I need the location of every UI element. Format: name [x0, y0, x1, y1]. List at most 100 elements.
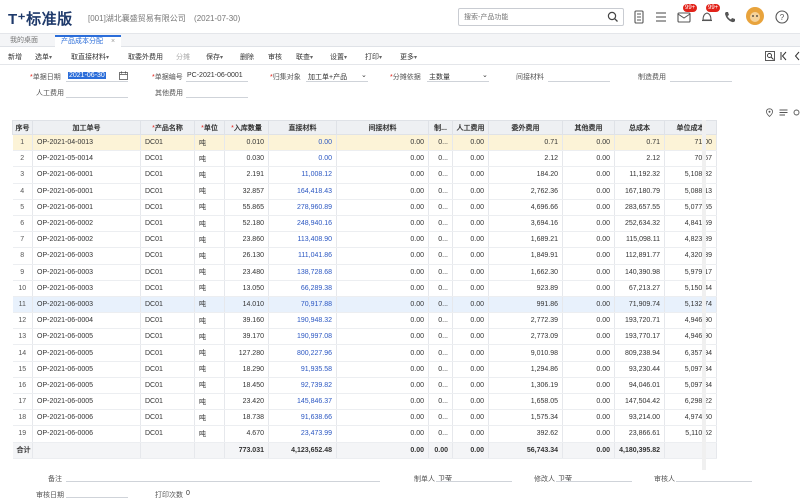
calendar-icon[interactable]	[119, 71, 128, 80]
cell-outsource[interactable]: 9,010.98	[488, 344, 563, 362]
cell-unitcost[interactable]: 6,357.94	[664, 344, 717, 362]
cell-unitcost[interactable]: 5,077.55	[664, 199, 717, 216]
cell-qty[interactable]: 13.050	[224, 280, 269, 297]
cell-direct[interactable]: 113,408.90	[268, 231, 337, 249]
table-row[interactable]: 12 OP-2021-06-0004 DC01 吨 39.160 190,948.32 0.…	[12, 312, 717, 330]
cell-labor[interactable]: 0.00	[452, 425, 489, 443]
cell-unit[interactable]: 吨	[194, 425, 225, 443]
col-unit[interactable]: *单位	[194, 120, 225, 135]
cell-outsource[interactable]: 1,306.19	[488, 377, 563, 395]
cell-qty[interactable]: 39.160	[224, 312, 269, 330]
cell-mfg[interactable]: 0...	[428, 344, 453, 362]
cell-total[interactable]: 193,720.71	[614, 312, 665, 330]
cell-direct[interactable]: 164,418.43	[268, 183, 337, 200]
cell-product[interactable]: DC01	[140, 183, 195, 200]
cell-direct[interactable]: 11,008.12	[268, 166, 337, 184]
cell-idx[interactable]: 1	[12, 134, 33, 152]
cell-mfg[interactable]: 0...	[428, 215, 453, 233]
cell-unit[interactable]: 吨	[194, 361, 225, 378]
cell-order[interactable]: OP-2021-06-0001	[32, 183, 141, 200]
calculator-icon[interactable]	[631, 9, 647, 25]
cell-product[interactable]: DC01	[140, 231, 195, 249]
cell-unit[interactable]: 吨	[194, 393, 225, 411]
cell-order[interactable]: OP-2021-06-0006	[32, 425, 141, 443]
message-button[interactable]: 99+	[676, 4, 698, 25]
cell-mfg[interactable]: 0...	[428, 247, 453, 265]
cell-labor[interactable]: 0.00	[452, 409, 489, 427]
select-button[interactable]: 选单▾	[35, 52, 52, 62]
cell-product[interactable]: DC01	[140, 280, 195, 297]
filter-icon[interactable]	[779, 108, 788, 117]
cell-other[interactable]: 0.00	[562, 231, 615, 249]
delete-button[interactable]: 删除	[240, 52, 254, 62]
cell-mfg[interactable]: 0...	[428, 409, 453, 427]
cell-total[interactable]: 94,046.01	[614, 377, 665, 395]
cell-idx[interactable]: 12	[12, 312, 33, 330]
cell-mfg[interactable]: 0...	[428, 361, 453, 378]
cell-indirect[interactable]: 0.00	[336, 183, 429, 200]
cell-unit[interactable]: 吨	[194, 215, 225, 233]
cell-total[interactable]: 252,634.32	[614, 215, 665, 233]
cell-unit[interactable]: 吨	[194, 264, 225, 281]
cell-product[interactable]: DC01	[140, 344, 195, 362]
col-indirect[interactable]: 间接材料	[336, 120, 429, 135]
cell-outsource[interactable]: 1,662.30	[488, 264, 563, 281]
cell-total[interactable]: 11,192.32	[614, 166, 665, 184]
cell-labor[interactable]: 0.00	[452, 199, 489, 216]
cell-direct[interactable]: 248,940.16	[268, 215, 337, 233]
cell-idx[interactable]: 10	[12, 280, 33, 297]
search-icon[interactable]	[765, 51, 775, 61]
cell-indirect[interactable]: 0.00	[336, 215, 429, 233]
cell-order[interactable]: OP-2021-06-0001	[32, 166, 141, 184]
cell-unitcost[interactable]: 5,088.13	[664, 183, 717, 200]
cell-mfg[interactable]: 0...	[428, 166, 453, 184]
cell-indirect[interactable]: 0.00	[336, 150, 429, 168]
cell-idx[interactable]: 18	[12, 409, 33, 427]
col-other[interactable]: 其他费用	[562, 120, 615, 135]
cell-product[interactable]: DC01	[140, 150, 195, 168]
cell-direct[interactable]: 23,473.99	[268, 425, 337, 443]
cell-outsource[interactable]: 392.62	[488, 425, 563, 443]
cell-outsource[interactable]: 0.71	[488, 134, 563, 152]
cell-indirect[interactable]: 0.00	[336, 199, 429, 216]
cell-unitcost[interactable]: 4,823.89	[664, 231, 717, 249]
cell-other[interactable]: 0.00	[562, 409, 615, 427]
fetch-material-button[interactable]: 取直接材料▾	[71, 52, 109, 62]
cell-order[interactable]: OP-2021-06-0002	[32, 215, 141, 233]
cell-idx[interactable]: 16	[12, 377, 33, 395]
table-row[interactable]: 18 OP-2021-06-0006 DC01 吨 18.738 91,638.66 0.0…	[12, 409, 717, 427]
table-row[interactable]: 7 OP-2021-06-0002 DC01 吨 23.860 113,408.90 0.0…	[12, 231, 717, 249]
cell-order[interactable]: OP-2021-06-0003	[32, 280, 141, 297]
cell-product[interactable]: DC01	[140, 393, 195, 411]
cell-total[interactable]: 283,657.55	[614, 199, 665, 216]
product-search[interactable]	[458, 8, 624, 26]
cell-other[interactable]: 0.00	[562, 425, 615, 443]
search-icon[interactable]	[607, 11, 619, 23]
cell-indirect[interactable]: 0.00	[336, 264, 429, 281]
phone-icon[interactable]	[722, 9, 738, 25]
cell-unit[interactable]: 吨	[194, 199, 225, 216]
table-row[interactable]: 6 OP-2021-06-0002 DC01 吨 52.180 248,940.16 0.0…	[12, 215, 717, 233]
cell-direct[interactable]: 92,739.82	[268, 377, 337, 395]
cell-labor[interactable]: 0.00	[452, 393, 489, 411]
cell-indirect[interactable]: 0.00	[336, 134, 429, 152]
cell-direct[interactable]: 91,638.66	[268, 409, 337, 427]
cell-product[interactable]: DC01	[140, 134, 195, 152]
cell-direct[interactable]: 145,846.37	[268, 393, 337, 411]
tab-product-cost[interactable]: 产品成本分配 ×	[55, 35, 122, 47]
cell-direct[interactable]: 66,289.38	[268, 280, 337, 297]
save-button[interactable]: 保存▾	[206, 52, 223, 62]
cell-qty[interactable]: 0.010	[224, 134, 269, 152]
cell-mfg[interactable]: 0...	[428, 296, 453, 314]
table-row[interactable]: 5 OP-2021-06-0001 DC01 吨 55.865 278,960.89 0.0…	[12, 199, 717, 216]
cell-total[interactable]: 115,098.11	[614, 231, 665, 249]
cell-unitcost[interactable]: 4,320.39	[664, 247, 717, 265]
cell-labor[interactable]: 0.00	[452, 280, 489, 297]
chevron-left-icon[interactable]	[792, 51, 800, 61]
cell-outsource[interactable]: 3,694.16	[488, 215, 563, 233]
cell-indirect[interactable]: 0.00	[336, 247, 429, 265]
cell-outsource[interactable]: 2,772.39	[488, 312, 563, 330]
cell-indirect[interactable]: 0.00	[336, 361, 429, 378]
cell-outsource[interactable]: 2,762.36	[488, 183, 563, 200]
cell-direct[interactable]: 190,948.32	[268, 312, 337, 330]
